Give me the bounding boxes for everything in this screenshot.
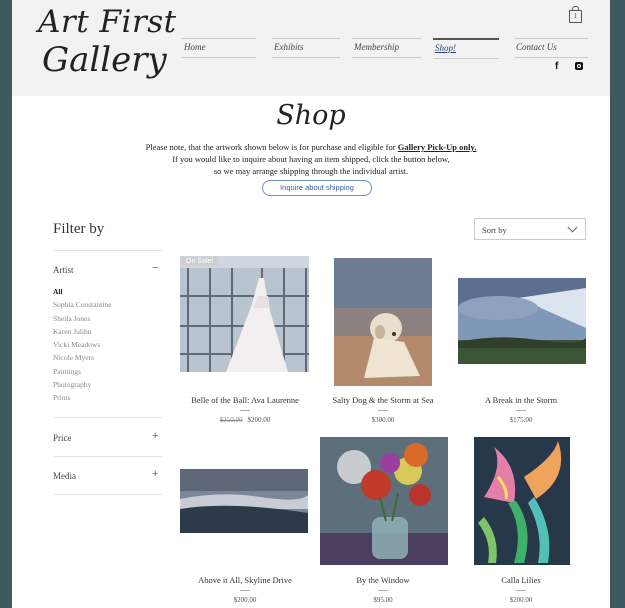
filter-option-sheila[interactable]: Sheila Jones	[53, 312, 112, 325]
divider	[240, 590, 250, 591]
product-price: $200.00	[509, 596, 533, 604]
divider	[516, 410, 526, 411]
product-card[interactable]: Salty Dog & the Storm at Sea $300.00	[318, 256, 448, 426]
product-name[interactable]: Above it All, Skyline Drive	[180, 575, 310, 585]
filter-option-prints[interactable]: Prints	[53, 391, 112, 404]
nav-home[interactable]: Home	[182, 38, 256, 58]
notice-line-3: so we may arrange shipping through the i…	[213, 166, 409, 176]
filter-artist-label[interactable]: Artist	[53, 265, 74, 275]
original-price: $250.00	[219, 416, 243, 424]
filter-option-sophia[interactable]: Sophia Constantine	[53, 298, 112, 311]
product-image-flowers[interactable]	[320, 437, 448, 565]
product-price: $95.00	[373, 596, 393, 604]
shipping-notice: Please note, that the artwork shown belo…	[12, 141, 610, 177]
filter-option-paintings[interactable]: Paintings	[53, 365, 112, 378]
nav-membership[interactable]: Membership	[352, 38, 422, 58]
product-card[interactable]: On Sale! Belle of the Ball: Ava Laurenne…	[180, 256, 310, 426]
product-name[interactable]: Calla Lilies	[456, 575, 586, 585]
collapse-icon[interactable]: −	[152, 262, 158, 274]
expand-icon[interactable]: +	[152, 468, 158, 480]
product-image-dress[interactable]: On Sale!	[180, 256, 309, 372]
divider	[53, 417, 163, 418]
nav-contact[interactable]: Contact Us	[514, 38, 588, 58]
divider	[53, 494, 163, 495]
sale-price: $200.00	[247, 416, 271, 424]
product-price: $300.00	[371, 416, 395, 424]
product-image-skyline[interactable]	[180, 469, 308, 533]
divider	[53, 250, 163, 251]
filter-option-vicki[interactable]: Vicki Meadows	[53, 338, 112, 351]
site-header: Art First Gallery Home Exhibits Membersh…	[12, 0, 610, 96]
sale-badge: On Sale!	[181, 257, 219, 266]
divider	[516, 590, 526, 591]
product-price: $200.00	[233, 596, 257, 604]
product-image-dog[interactable]	[334, 258, 432, 386]
filter-option-nicole[interactable]: Nicole Myers	[53, 351, 112, 364]
notice-line-2: If you would like to inquire about havin…	[172, 154, 450, 164]
expand-icon[interactable]: +	[152, 430, 158, 442]
filter-media-label[interactable]: Media	[53, 471, 76, 481]
instagram-icon[interactable]	[575, 62, 583, 70]
product-image-lilies[interactable]	[474, 437, 570, 565]
artist-filter-list: All Sophia Constantine Sheila Jones Kare…	[53, 285, 112, 405]
product-image-storm[interactable]	[458, 278, 586, 364]
product-name[interactable]: Salty Dog & the Storm at Sea	[318, 395, 448, 405]
sort-label: Sort by	[482, 225, 507, 235]
logo-line-2[interactable]: Gallery	[42, 40, 167, 80]
logo-line-1[interactable]: Art First	[38, 4, 177, 40]
cart-icon[interactable]: 1	[569, 6, 582, 23]
product-card[interactable]: By the Window $95.00	[318, 436, 448, 606]
product-price: $175.00	[509, 416, 533, 424]
filter-option-all[interactable]: All	[53, 285, 112, 298]
product-card[interactable]: A Break in the Storm $175.00	[456, 256, 586, 426]
filter-option-photography[interactable]: Photography	[53, 378, 112, 391]
product-name[interactable]: A Break in the Storm	[456, 395, 586, 405]
notice-text: Please note, that the artwork shown belo…	[145, 142, 398, 152]
facebook-icon[interactable]: f	[555, 61, 558, 72]
nav-shop[interactable]: Shop!	[433, 38, 499, 59]
product-name[interactable]: By the Window	[318, 575, 448, 585]
product-price: $250.00 $200.00	[180, 416, 310, 424]
divider	[53, 456, 163, 457]
inquire-shipping-button[interactable]: Inquire about shipping	[262, 180, 372, 196]
filter-price-label[interactable]: Price	[53, 433, 72, 443]
nav-exhibits[interactable]: Exhibits	[272, 38, 340, 58]
sort-dropdown[interactable]: Sort by	[474, 218, 586, 240]
shop-page: Art First Gallery Home Exhibits Membersh…	[12, 0, 610, 608]
filter-title: Filter by	[53, 221, 105, 237]
pickup-link[interactable]: Gallery Pick-Up only.	[398, 142, 477, 152]
divider	[378, 590, 388, 591]
divider	[240, 410, 250, 411]
product-name[interactable]: Belle of the Ball: Ava Laurenne	[180, 395, 310, 405]
chevron-down-icon	[567, 222, 578, 233]
page-title: Shop	[276, 100, 346, 131]
product-card[interactable]: Calla Lilies $200.00	[456, 436, 586, 606]
product-card[interactable]: Above it All, Skyline Drive $200.00	[180, 436, 310, 606]
divider	[378, 410, 388, 411]
filter-option-karen[interactable]: Karen Julihn	[53, 325, 112, 338]
